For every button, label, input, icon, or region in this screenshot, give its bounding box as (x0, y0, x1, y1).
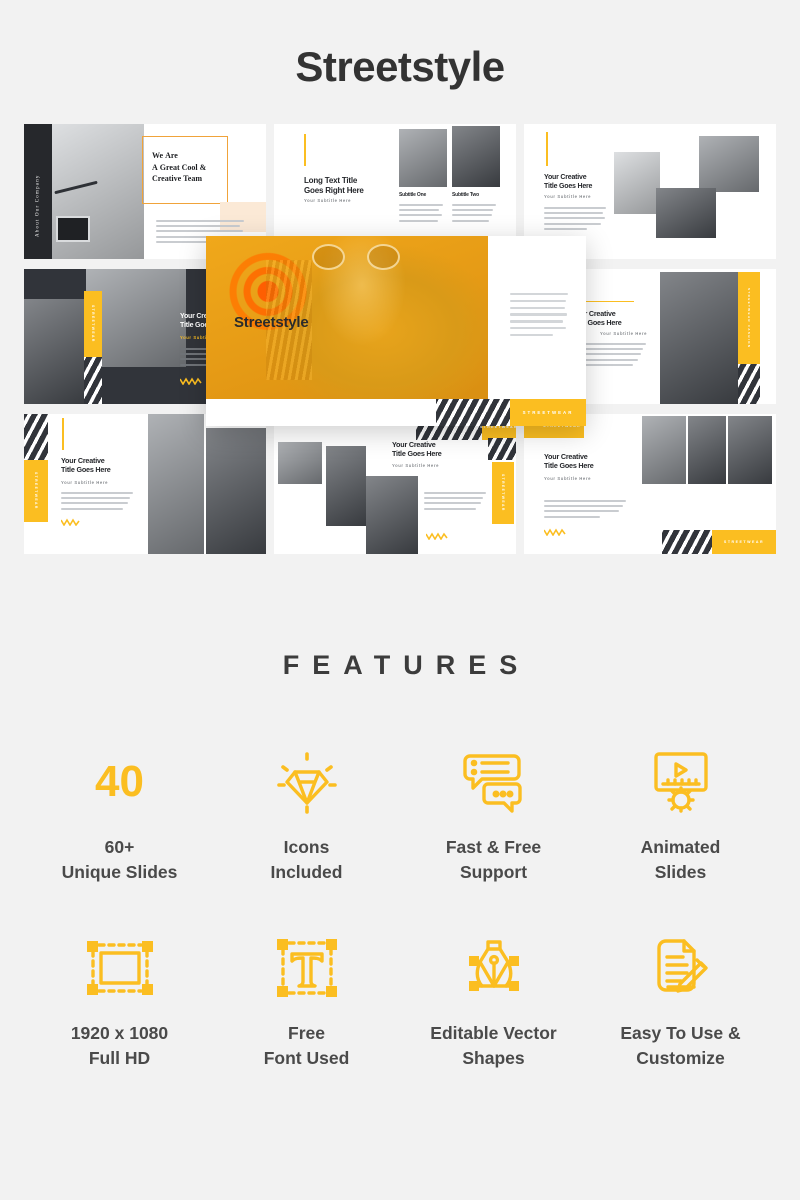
animated-screen-gear-icon (648, 743, 714, 821)
slide-thumbnail-creative-three-photos[interactable]: STREETWEAR Your Creative Title Goes Here … (524, 414, 776, 554)
slide7-subtitle: Your Subtitle Here (392, 463, 440, 468)
slide3-photo-2 (699, 136, 759, 192)
slide8-photo-3 (728, 416, 772, 484)
slide4-zigzag-icon (180, 377, 202, 385)
slide3-body (544, 207, 606, 233)
slide6-stripes (24, 414, 48, 460)
slide8-photo-1 (642, 416, 686, 484)
slide7-title: Your Creative Title Goes Here (392, 440, 442, 458)
feature-label-free-font: Free Font Used (263, 1022, 350, 1068)
featured-stripes (436, 399, 510, 426)
slide4-stripes (84, 357, 102, 404)
slide5-vertical-tab: STREETWEAR FASHION (738, 272, 760, 364)
slide2-accent-rule (304, 134, 306, 166)
selection-frame-icon (85, 929, 155, 1007)
slide8-subtitle: Your Subtitle Here (544, 476, 592, 481)
slide3-accent-rule (546, 132, 548, 166)
features-grid: 40 60+ Unique Slides Icons Included Fast… (0, 681, 800, 1070)
slide1-title: We Are A Great Cool & Creative Team (152, 151, 207, 184)
page-title: Streetstyle (295, 43, 505, 90)
slide8-stripes (662, 530, 712, 554)
slide7-photo-2 (326, 446, 366, 526)
featured-slide-body (510, 293, 568, 340)
slide8-zigzag-icon (544, 528, 566, 536)
slide8-body (544, 500, 626, 521)
slide3-title: Your Creative Title Goes Here (544, 174, 593, 190)
text-tool-icon (275, 929, 339, 1007)
slide8-streetwear-badge: STREETWEAR (712, 530, 776, 554)
diamond-icon (274, 743, 340, 821)
slide3-subtitle: Your Subtitle Here (544, 194, 592, 199)
feature-item-animated-slides: Animated Slides (587, 743, 774, 885)
document-pencil-icon (650, 929, 712, 1007)
slide5-body (582, 343, 646, 369)
feature-item-vector-shapes: Editable Vector Shapes (400, 929, 587, 1071)
slide6-title: Your Creative Title Goes Here (61, 456, 111, 474)
featured-streetwear-badge: STREETWEAR (510, 399, 586, 426)
slide3-photo-3 (656, 188, 716, 238)
features-heading: FEATURES (282, 650, 531, 680)
slide7-photo-3 (366, 476, 418, 554)
slide7-stripes-side (488, 438, 516, 460)
feature-label-easy-customize: Easy To Use & Customize (620, 1022, 741, 1068)
slide2-body-1 (399, 204, 443, 225)
slide6-subtitle: Your Subtitle Here (61, 480, 109, 485)
slide-preview-mosaic: About Our Company We Are A Great Cool & Cr… (24, 124, 776, 564)
slide6-photo-2 (206, 428, 266, 554)
slide6-body (61, 492, 133, 513)
feature-item-easy-customize: Easy To Use & Customize (587, 929, 774, 1071)
slide2-caption-one: Subtitle One (399, 192, 427, 198)
feature-slide-count: 40 (95, 757, 144, 806)
slide2-subtitle: Your Subtitle Here (304, 198, 352, 203)
slide8-photo-2 (688, 416, 726, 484)
sunglasses-icon (312, 244, 400, 270)
slide7-zigzag-icon (426, 532, 448, 540)
feature-item-unique-slides: 40 60+ Unique Slides (26, 743, 213, 885)
slide2-caption-two: Subtitle Two (452, 192, 479, 198)
slide2-photo-1 (399, 129, 447, 187)
slide1-vertical-label: About Our Company (35, 174, 41, 238)
slide6-zigzag-icon (61, 518, 80, 526)
slide7-vertical-tab: STREETWEAR (492, 462, 514, 524)
featured-slide-footer: STREETWEAR (206, 399, 586, 426)
feature-item-full-hd: 1920 x 1080 Full HD (26, 929, 213, 1071)
slide5-stripes (738, 364, 760, 404)
feature-label-vector-shapes: Editable Vector Shapes (430, 1022, 557, 1068)
feature-item-free-font: Free Font Used (213, 929, 400, 1071)
feature-label-icons-included: Icons Included (270, 837, 343, 882)
slide3-photo-1 (614, 152, 660, 214)
slide2-photo-2 (452, 126, 500, 187)
feature-label-animated-slides: Animated Slides (640, 837, 721, 882)
slide7-photo-1 (278, 442, 322, 484)
slide2-title: Long Text Title Goes Right Here (304, 176, 364, 195)
slide-thumbnail-creative-center[interactable]: STREETWEAR Your Creative Title Goes Here … (274, 414, 516, 554)
feature-label-support: Fast & Free Support (445, 837, 542, 882)
slide6-accent-rule (62, 418, 64, 450)
slide5-subtitle: Your Subtitle Here (600, 331, 648, 336)
slide5-photo (660, 272, 738, 404)
slide-thumbnail-creative-skate[interactable]: STREETWEAR Your Creative Title Goes Here … (24, 414, 266, 554)
slide6-vertical-tab: STREETWEAR (24, 460, 48, 522)
number-40-icon: 40 (95, 743, 144, 821)
slide1-laptop (56, 216, 90, 242)
slide7-body (424, 492, 486, 513)
featured-slide-title: Streetstyle (234, 314, 309, 331)
slide4-vertical-tab: STREETWEAR (84, 291, 102, 357)
featured-slide[interactable]: Streetstyle STREETWEAR (206, 236, 586, 426)
slide6-photo-1 (148, 414, 204, 554)
slide4-photo-1 (24, 299, 86, 404)
feature-item-icons-included: Icons Included (213, 743, 400, 885)
pen-tool-icon (461, 929, 527, 1007)
slide2-body-2 (452, 204, 496, 225)
slide8-title: Your Creative Title Goes Here (544, 452, 594, 470)
feature-label-unique-slides: 60+ Unique Slides (61, 837, 178, 882)
chat-bubbles-icon (460, 743, 528, 821)
feature-item-support: Fast & Free Support (400, 743, 587, 885)
feature-label-full-hd: 1920 x 1080 Full HD (70, 1022, 169, 1068)
